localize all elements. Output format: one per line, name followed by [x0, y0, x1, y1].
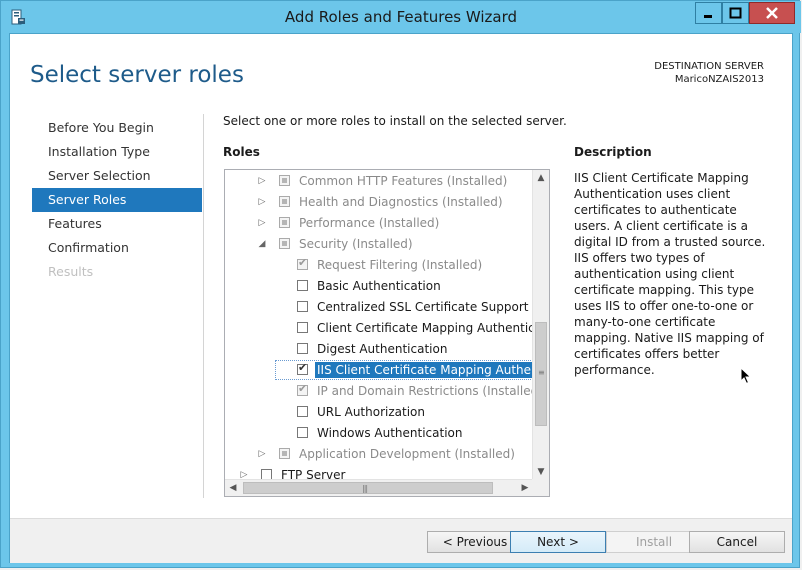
roles-tree[interactable]: ▷ Common HTTP Features (Installed) ▷ Hea…	[224, 169, 550, 497]
roles-tree-rows: ▷ Common HTTP Features (Installed) ▷ Hea…	[225, 170, 533, 480]
vertical-scrollbar[interactable]: ▲ ≡ ▼	[532, 170, 549, 480]
maximize-icon	[729, 7, 742, 19]
nav-item-installation-type[interactable]: Installation Type	[32, 140, 202, 164]
close-icon	[766, 7, 778, 19]
role-checkbox-checked[interactable]: ✔	[297, 256, 308, 270]
tree-row-security[interactable]: ◢ Security (Installed)	[225, 234, 533, 255]
role-label: Application Development (Installed)	[299, 447, 515, 461]
wizard-nav: Before You Begin Installation Type Serve…	[32, 116, 202, 284]
role-label: IP and Domain Restrictions (Installed)	[317, 384, 533, 398]
cancel-button[interactable]: Cancel	[689, 531, 785, 553]
nav-item-confirmation[interactable]: Confirmation	[32, 236, 202, 260]
role-label: Security (Installed)	[299, 237, 413, 251]
tree-row-centralized-ssl[interactable]: Centralized SSL Certificate Support	[225, 297, 533, 318]
tree-row-ftp-server[interactable]: ▷ FTP Server	[225, 465, 533, 480]
role-label: Digest Authentication	[317, 342, 448, 356]
maximize-button[interactable]	[722, 2, 749, 24]
wizard-content: Select server roles DESTINATION SERVER M…	[9, 33, 793, 563]
roles-heading: Roles	[223, 145, 260, 159]
role-label: Client Certificate Mapping Authenticatio…	[317, 321, 533, 335]
close-button[interactable]	[749, 2, 795, 24]
tree-row-url-authorization[interactable]: URL Authorization	[225, 402, 533, 423]
role-label: IIS Client Certificate Mapping Authentic…	[315, 360, 533, 381]
role-label: Basic Authentication	[317, 279, 441, 293]
role-label: Common HTTP Features (Installed)	[299, 174, 508, 188]
vertical-scroll-thumb[interactable]: ≡	[535, 322, 547, 426]
role-checkbox-checked[interactable]: ✔	[297, 361, 308, 375]
nav-divider	[203, 114, 204, 498]
page-title: Select server roles	[30, 62, 244, 88]
role-label: Performance (Installed)	[299, 216, 440, 230]
nav-item-server-roles[interactable]: Server Roles	[32, 188, 202, 212]
collapse-arrow-icon[interactable]: ◢	[257, 234, 267, 255]
role-label: FTP Server	[281, 468, 346, 480]
tree-row-ip-domain[interactable]: ✔ IP and Domain Restrictions (Installed)	[225, 381, 533, 402]
tree-row-iis-client-cert-mapping[interactable]: ✔ IIS Client Certificate Mapping Authent…	[225, 360, 533, 381]
tree-row-request-filtering[interactable]: ✔ Request Filtering (Installed)	[225, 255, 533, 276]
nav-item-before-you-begin[interactable]: Before You Begin	[32, 116, 202, 140]
destination-server-name: MaricoNZAIS2013	[674, 74, 764, 85]
scroll-right-icon[interactable]: ▶	[517, 480, 533, 496]
scrollbar-corner	[532, 479, 549, 496]
expand-arrow-icon[interactable]: ▷	[257, 171, 267, 192]
title-bar[interactable]: Add Roles and Features Wizard	[1, 1, 801, 33]
role-label: Request Filtering (Installed)	[317, 258, 483, 272]
scroll-left-icon[interactable]: ◀	[225, 480, 241, 496]
tree-row-app-development[interactable]: ▷ Application Development (Installed)	[225, 444, 533, 465]
tree-row-common-http[interactable]: ▷ Common HTTP Features (Installed)	[225, 171, 533, 192]
tree-row-windows-auth[interactable]: Windows Authentication	[225, 423, 533, 444]
instruction-text: Select one or more roles to install on t…	[223, 114, 567, 128]
role-label: Health and Diagnostics (Installed)	[299, 195, 503, 209]
role-checkbox[interactable]	[279, 175, 290, 186]
role-label: Windows Authentication	[317, 426, 463, 440]
window-title: Add Roles and Features Wizard	[284, 8, 518, 26]
role-checkbox[interactable]	[297, 301, 308, 312]
checkmark-icon: ✔	[298, 256, 308, 269]
checkmark-icon: ✔	[298, 382, 308, 395]
next-button[interactable]: Next >	[510, 531, 606, 553]
role-checkbox[interactable]	[279, 448, 290, 459]
minimize-icon	[704, 15, 712, 18]
destination-server: DESTINATION SERVER MaricoNZAIS2013	[654, 60, 764, 86]
scroll-down-icon[interactable]: ▼	[533, 464, 549, 480]
wizard-footer: < Previous Next > Install Cancel	[10, 518, 792, 563]
expand-arrow-icon[interactable]: ▷	[257, 213, 267, 234]
role-checkbox[interactable]	[297, 322, 308, 333]
description-text: IIS Client Certificate Mapping Authentic…	[574, 171, 766, 377]
scroll-up-icon[interactable]: ▲	[533, 170, 549, 186]
previous-button[interactable]: < Previous	[427, 531, 523, 553]
role-checkbox[interactable]	[297, 406, 308, 417]
nav-item-server-selection[interactable]: Server Selection	[32, 164, 202, 188]
role-checkbox[interactable]	[279, 196, 290, 207]
tree-row-digest-auth[interactable]: Digest Authentication	[225, 339, 533, 360]
expand-arrow-icon[interactable]: ▷	[257, 444, 267, 465]
nav-item-results: Results	[48, 264, 94, 279]
role-checkbox[interactable]	[279, 217, 290, 228]
horizontal-scrollbar[interactable]: ◀ ||| ▶	[225, 479, 534, 496]
wizard-window: Add Roles and Features Wizard Select ser…	[0, 0, 801, 568]
install-button: Install	[606, 531, 702, 553]
tree-row-performance[interactable]: ▷ Performance (Installed)	[225, 213, 533, 234]
role-label: Centralized SSL Certificate Support	[317, 300, 529, 314]
horizontal-scroll-thumb[interactable]: |||	[243, 482, 493, 494]
description-heading: Description	[574, 145, 652, 159]
role-checkbox[interactable]	[297, 427, 308, 438]
grip-icon: ≡	[538, 368, 545, 377]
minimize-button[interactable]	[695, 2, 722, 24]
checkmark-icon: ✔	[298, 361, 308, 374]
nav-item-features[interactable]: Features	[32, 212, 202, 236]
destination-label: DESTINATION SERVER	[654, 61, 764, 72]
expand-arrow-icon[interactable]: ▷	[239, 465, 249, 480]
tree-row-health-diagnostics[interactable]: ▷ Health and Diagnostics (Installed)	[225, 192, 533, 213]
role-checkbox[interactable]	[279, 238, 290, 249]
role-checkbox[interactable]	[297, 280, 308, 291]
role-label: URL Authorization	[317, 405, 425, 419]
mouse-pointer-icon	[740, 367, 752, 385]
expand-arrow-icon[interactable]: ▷	[257, 192, 267, 213]
role-checkbox[interactable]	[297, 343, 308, 354]
tree-row-basic-auth[interactable]: Basic Authentication	[225, 276, 533, 297]
grip-icon: |||	[362, 484, 368, 493]
role-checkbox-checked[interactable]: ✔	[297, 382, 308, 396]
tree-row-client-cert-mapping[interactable]: Client Certificate Mapping Authenticatio…	[225, 318, 533, 339]
